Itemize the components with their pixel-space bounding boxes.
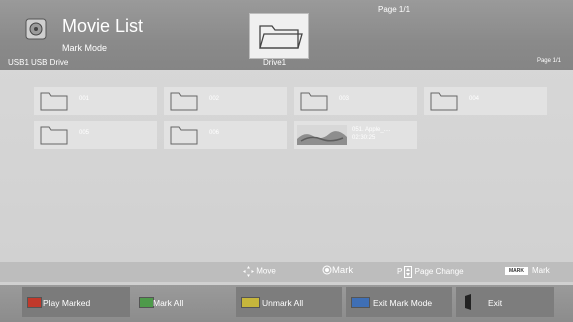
video-title-block: 051. Apple_.... 02:30:25 (352, 126, 390, 142)
ok-button-icon (322, 265, 332, 275)
item-grid: 001 002 003 004 005 006 051. Apple_.... … (34, 87, 554, 267)
mark-button-label: Mark (532, 266, 550, 275)
folder-icon (40, 92, 68, 111)
movie-list-icon (25, 18, 47, 40)
usb-drive-name: USB Drive (31, 58, 69, 67)
mark-button-hint: MARK Mark (505, 266, 550, 275)
movie-list-screen: Movie List Mark Mode USB1 USB Drive Driv… (0, 0, 573, 322)
mark-all-label: Mark All (153, 298, 184, 308)
folder-icon (430, 92, 458, 111)
header: Movie List Mark Mode USB1 USB Drive Driv… (0, 0, 573, 70)
folder-icon (300, 92, 328, 111)
page-up-down-icon (404, 266, 413, 278)
folder-icon (170, 126, 198, 145)
folder-name: 003 (339, 96, 350, 102)
exit-button[interactable]: Exit (456, 287, 554, 317)
folder-item[interactable]: 003 (294, 87, 417, 115)
folder-item[interactable]: 001 (34, 87, 157, 115)
dpad-arrows-icon (243, 266, 254, 277)
page-prefix: P (397, 267, 403, 277)
exit-label: Exit (488, 298, 503, 308)
folder-icon (259, 25, 303, 49)
folder-name: 006 (209, 130, 220, 136)
blue-key-icon (351, 297, 370, 308)
video-duration: 02:30:25 (352, 135, 376, 141)
page-change-hint: P Page Change (397, 266, 464, 278)
folder-name: 005 (79, 130, 90, 136)
mark-all-button[interactable]: Mark All (134, 287, 230, 317)
mark-key-badge: MARK (505, 266, 528, 275)
video-thumbnail (297, 125, 347, 145)
page-indicator-right: Page 1/1 (536, 58, 561, 64)
mark-label: Mark (332, 265, 354, 276)
folder-item[interactable]: 005 (34, 121, 157, 149)
folder-name: 004 (469, 96, 480, 102)
video-item[interactable]: 051. Apple_.... 02:30:25 (294, 121, 417, 149)
current-folder-thumbnail (249, 13, 309, 59)
folder-item[interactable]: 006 (164, 121, 287, 149)
page-change-label: Page Change (414, 267, 464, 277)
yellow-key-icon (241, 297, 260, 308)
folder-item[interactable]: 004 (424, 87, 547, 115)
hint-bar: Move Mark P Page Change MARK Mark (0, 262, 573, 282)
video-title: 051. Apple_.... (352, 127, 391, 133)
play-marked-label: Play Marked (43, 298, 91, 308)
mode-label: Mark Mode (62, 43, 108, 53)
play-marked-button[interactable]: Play Marked (22, 287, 130, 317)
exit-mark-mode-label: Exit Mark Mode (373, 298, 433, 308)
folder-name: 002 (209, 96, 220, 102)
exit-icon (465, 294, 471, 310)
drive-label: Drive1 (263, 58, 287, 67)
move-hint: Move (243, 266, 276, 277)
mark-hint: Mark (322, 265, 353, 276)
folder-item[interactable]: 002 (164, 87, 287, 115)
unmark-all-label: Unmark All (262, 298, 304, 308)
usb-label: USB1 (8, 58, 29, 67)
page-title: Movie List (62, 16, 144, 36)
exit-mark-mode-button[interactable]: Exit Mark Mode (346, 287, 452, 317)
green-key-icon (139, 297, 154, 308)
move-label: Move (256, 266, 276, 276)
unmark-all-button[interactable]: Unmark All (236, 287, 342, 317)
folder-icon (170, 92, 198, 111)
folder-name: 001 (79, 96, 90, 102)
red-key-icon (27, 297, 42, 308)
folder-icon (40, 126, 68, 145)
page-indicator-top: Page 1/1 (378, 5, 411, 14)
function-button-bar: Play Marked Mark All Unmark All Exit Mar… (0, 285, 573, 322)
